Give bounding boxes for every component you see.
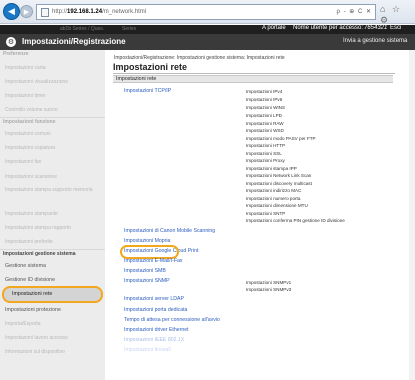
sidebar-item-device-info[interactable]: Informazioni sul dispositivo	[5, 349, 65, 355]
link-startup-wait[interactable]: Tempo di attesa per connessione all'avvi…	[124, 317, 220, 323]
link-mopria[interactable]: Impostazioni Mopria	[124, 238, 170, 244]
sidebar-item-system-management[interactable]: Gestione sistema	[5, 263, 46, 269]
tcpip-sub-mac: Impostazioni indirizzo MAC	[246, 188, 302, 193]
url-host: 192.168.1.24	[67, 9, 103, 15]
settings-gear-icon: ⚙	[6, 37, 16, 47]
page-header: ⚙ Impostazioni/Registrazione Invia a ges…	[0, 34, 415, 50]
page-icon	[41, 7, 49, 17]
sidebar-item-scan[interactable]: Impostazioni scansione	[5, 174, 57, 180]
sidebar-section-functions: Impostazioni funzione	[3, 119, 56, 125]
link-ethernet-driver[interactable]: Impostazioni driver Ethernet	[124, 327, 189, 333]
device-name-text: ab1b Series / Ques.	[60, 26, 105, 32]
link-firewall[interactable]: Impostazioni firewall	[124, 347, 171, 353]
device-top-bar: ab1b Series / Ques. Series A portale Nom…	[0, 25, 415, 34]
sidebar-divider	[0, 117, 105, 118]
sidebar-item-network-label: Impostazioni rete	[12, 291, 53, 297]
sidebar-section-system: Impostazioni gestione sistema	[3, 251, 76, 257]
tcpip-sub-ipv6: Impostazioni IPv6	[246, 97, 283, 102]
sidebar-item-job-access[interactable]: Impostazioni lavoro accesso	[5, 335, 68, 341]
google-cloud-print-highlight	[120, 245, 179, 259]
url-scheme: http://	[52, 9, 68, 15]
link-snmp[interactable]: Impostazioni SNMP	[124, 278, 170, 284]
tcpip-sub-ipp: Impostazioni stampa IPP	[246, 166, 297, 171]
browser-window: ◀ ▶ http:// 192.168.1.24 /m_network.html…	[0, 0, 415, 380]
sidebar-item-favorites[interactable]: Impostazioni preferite	[5, 239, 53, 245]
breadcrumb: Impostazioni/Registrazione: Impostazioni…	[114, 55, 285, 61]
tcpip-sub-wsd: Impostazioni WSD	[246, 128, 284, 133]
send-to-admin-link[interactable]: Invia a gestione sistema	[343, 38, 407, 44]
tcpip-sub-network-link-scan: Impostazioni Network Link Scan	[246, 173, 312, 178]
url-path: /m_network.html	[102, 9, 147, 15]
link-tcpip-settings[interactable]: Impostazioni TCP/IP	[124, 88, 171, 94]
sidebar-divider	[0, 249, 105, 250]
address-tools-icons[interactable]: ρ - ⊕ C ✕	[337, 8, 372, 15]
tcpip-sub-pasv-ftp: Impostazioni modo PASV per FTP	[246, 136, 316, 141]
sidebar-item-memory-print[interactable]: Impostazioni stampa supporto memoria	[5, 187, 95, 194]
sidebar-item-security[interactable]: Impostazioni protezione	[5, 307, 61, 313]
sidebar-section-preferences: Preferenze	[3, 51, 29, 57]
section-header-label: Impostazioni rete	[116, 76, 157, 82]
tcpip-sub-port: Impostazioni numero porta	[246, 196, 301, 201]
sidebar-item-printer[interactable]: Impostazioni stampante	[5, 211, 58, 217]
login-user-name: 7654321	[364, 25, 388, 31]
section-header: Impostazioni rete	[113, 75, 393, 83]
header-title: Impostazioni/Registrazione	[22, 37, 126, 46]
tcpip-sub-ssl: Impostazioni SSL	[246, 151, 282, 156]
forward-button[interactable]: ▶	[20, 5, 33, 18]
tcpip-sub-ipv4: Impostazioni IPv4	[246, 89, 283, 94]
link-canon-mobile-scanning[interactable]: Impostazioni di Canon Mobile Scanning	[124, 228, 215, 234]
arrow-right-icon: ▶	[23, 8, 30, 16]
sidebar-item-timer[interactable]: Impostazioni timer	[5, 93, 46, 99]
tcpip-sub-multicast: Impostazioni discovery multicast	[246, 181, 312, 186]
sidebar-item-fax[interactable]: Impostazioni fax	[5, 159, 41, 165]
portal-link[interactable]: A portale	[262, 25, 286, 31]
snmp-sub-v1: Impostazioni SNMPv1	[246, 280, 292, 285]
tcpip-sub-http: Impostazioni HTTP	[246, 143, 286, 148]
sidebar-item-copy[interactable]: Impostazioni copiatura	[5, 145, 55, 151]
link-dedicated-port[interactable]: Impostazioni porta dedicata	[124, 307, 187, 313]
arrow-left-icon: ◀	[8, 6, 15, 16]
link-ieee-8021x[interactable]: Impostazioni IEEE 802.1X	[124, 337, 184, 343]
sidebar-item-report[interactable]: Impostazioni stampa rapporto	[5, 225, 71, 231]
snmp-sub-v3: Impostazioni SNMPv3	[246, 287, 292, 292]
login-user-label: Nome utente per accesso:	[293, 25, 364, 31]
link-smb[interactable]: Impostazioni SMB	[124, 268, 166, 274]
tcpip-sub-mtu: Impostazioni dimensione MTU	[246, 203, 308, 208]
address-bar[interactable]: http:// 192.168.1.24 /m_network.html ρ -…	[36, 4, 376, 20]
link-ldap-server[interactable]: Impostazioni server LDAP	[124, 296, 184, 302]
tcpip-sub-proxy: Impostazioni Proxy	[246, 158, 285, 163]
sidebar-item-import-export[interactable]: Importa/Esporta	[5, 321, 41, 327]
browser-menu-icons[interactable]: ⌂ ☆ ⚙	[380, 4, 412, 25]
sidebar-item-dept-id[interactable]: Gestione ID divisione	[5, 277, 55, 283]
tcpip-sub-wins: Impostazioni WINS	[246, 105, 286, 110]
tcpip-sub-raw: Impostazioni RAW	[246, 121, 284, 126]
page-scrollbar[interactable]	[409, 50, 415, 380]
logout-link[interactable]: Esci	[390, 25, 401, 31]
sidebar-item-network-settings[interactable]: Impostazioni rete	[2, 286, 103, 303]
page-title: Impostazioni rete	[113, 62, 188, 72]
link-email-ifax[interactable]: Impostazioni E-Mail/I-Fax	[124, 258, 183, 264]
sidebar-item-display[interactable]: Impostazioni visualizzazione	[5, 79, 68, 85]
title-divider	[113, 73, 395, 74]
browser-toolbar: ◀ ▶ http:// 192.168.1.24 /m_network.html…	[0, 0, 415, 25]
sidebar-item-paper[interactable]: Impostazioni carta	[5, 65, 46, 71]
back-button[interactable]: ◀	[3, 3, 20, 20]
sidebar-item-volume[interactable]: Controllo volume suono	[5, 107, 58, 113]
sidebar-item-common[interactable]: Impostazioni comuni	[5, 131, 51, 137]
device-series-text: Series	[122, 26, 137, 32]
tcpip-sub-pin: Impostazioni conferma PIN gestione ID di…	[246, 218, 345, 223]
tcpip-sub-lpd: Impostazioni LPD	[246, 113, 283, 118]
tcpip-sub-sntp: Impostazioni SNTP	[246, 211, 286, 216]
